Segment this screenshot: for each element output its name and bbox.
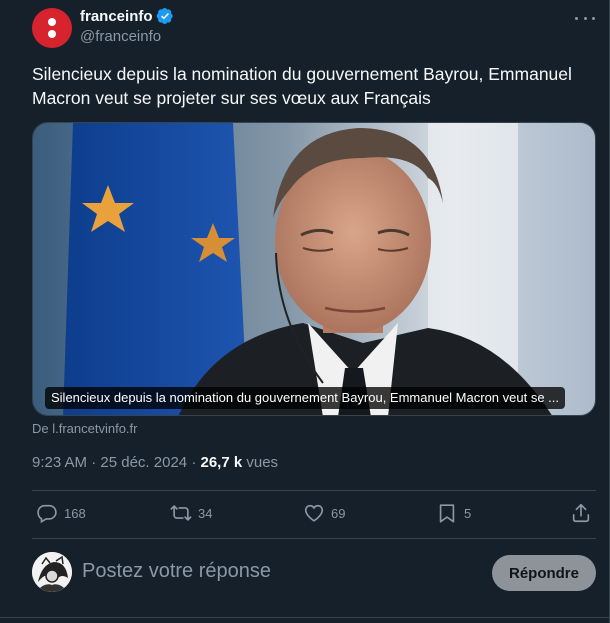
like-button[interactable]: 69 xyxy=(303,502,345,524)
user-avatar-image xyxy=(32,552,72,592)
repost-count: 34 xyxy=(198,505,213,521)
reply-button[interactable]: 168 xyxy=(36,502,86,524)
divider xyxy=(0,617,610,618)
tweet: franceinfo @franceinfo Silencieux depuis… xyxy=(0,0,610,623)
bookmark-icon xyxy=(439,504,455,523)
repost-button[interactable]: 34 xyxy=(170,502,212,524)
share-icon xyxy=(572,503,590,523)
tweet-text: Silencieux depuis la nomination du gouve… xyxy=(32,64,572,108)
tweet-time[interactable]: 9:23 AM xyxy=(32,454,87,471)
bookmark-count: 5 xyxy=(464,505,472,521)
like-count: 69 xyxy=(331,505,346,521)
user-avatar[interactable] xyxy=(32,552,72,592)
tweet-meta: 9:23 AM · 25 déc. 2024 · 26,7 k vues xyxy=(32,454,278,471)
views-label: vues xyxy=(246,454,279,471)
action-bar: 168 34 69 5 xyxy=(32,490,596,538)
reply-input[interactable]: Postez votre réponse xyxy=(82,560,271,583)
author-name-text[interactable]: franceinfo xyxy=(80,8,153,25)
share-button[interactable] xyxy=(570,502,598,524)
divider xyxy=(32,538,596,539)
logo-dot-icon xyxy=(48,30,56,38)
author-handle[interactable]: @franceinfo xyxy=(80,28,161,45)
author-name[interactable]: franceinfo xyxy=(80,7,174,25)
reply-count: 168 xyxy=(64,505,86,521)
heart-icon xyxy=(304,504,324,522)
views-count: 26,7 k xyxy=(200,454,243,471)
more-options-icon[interactable] xyxy=(575,10,595,26)
card-caption[interactable]: Silencieux depuis la nomination du gouve… xyxy=(45,387,566,409)
reply-icon xyxy=(37,504,57,524)
logo-dot-icon xyxy=(48,18,56,26)
card-source-link[interactable]: De l.francetvinfo.fr xyxy=(32,421,138,436)
reply-submit-button[interactable]: Répondre xyxy=(492,555,596,591)
link-card[interactable]: Silencieux depuis la nomination du gouve… xyxy=(32,122,596,416)
tweet-date[interactable]: 25 déc. 2024 xyxy=(100,454,187,471)
franceinfo-logo-avatar[interactable] xyxy=(32,8,72,48)
repost-icon xyxy=(170,505,192,521)
card-image[interactable] xyxy=(33,123,596,416)
bookmark-button[interactable]: 5 xyxy=(436,502,471,524)
verified-badge-icon xyxy=(156,7,173,25)
meta-separator: · xyxy=(87,454,101,471)
